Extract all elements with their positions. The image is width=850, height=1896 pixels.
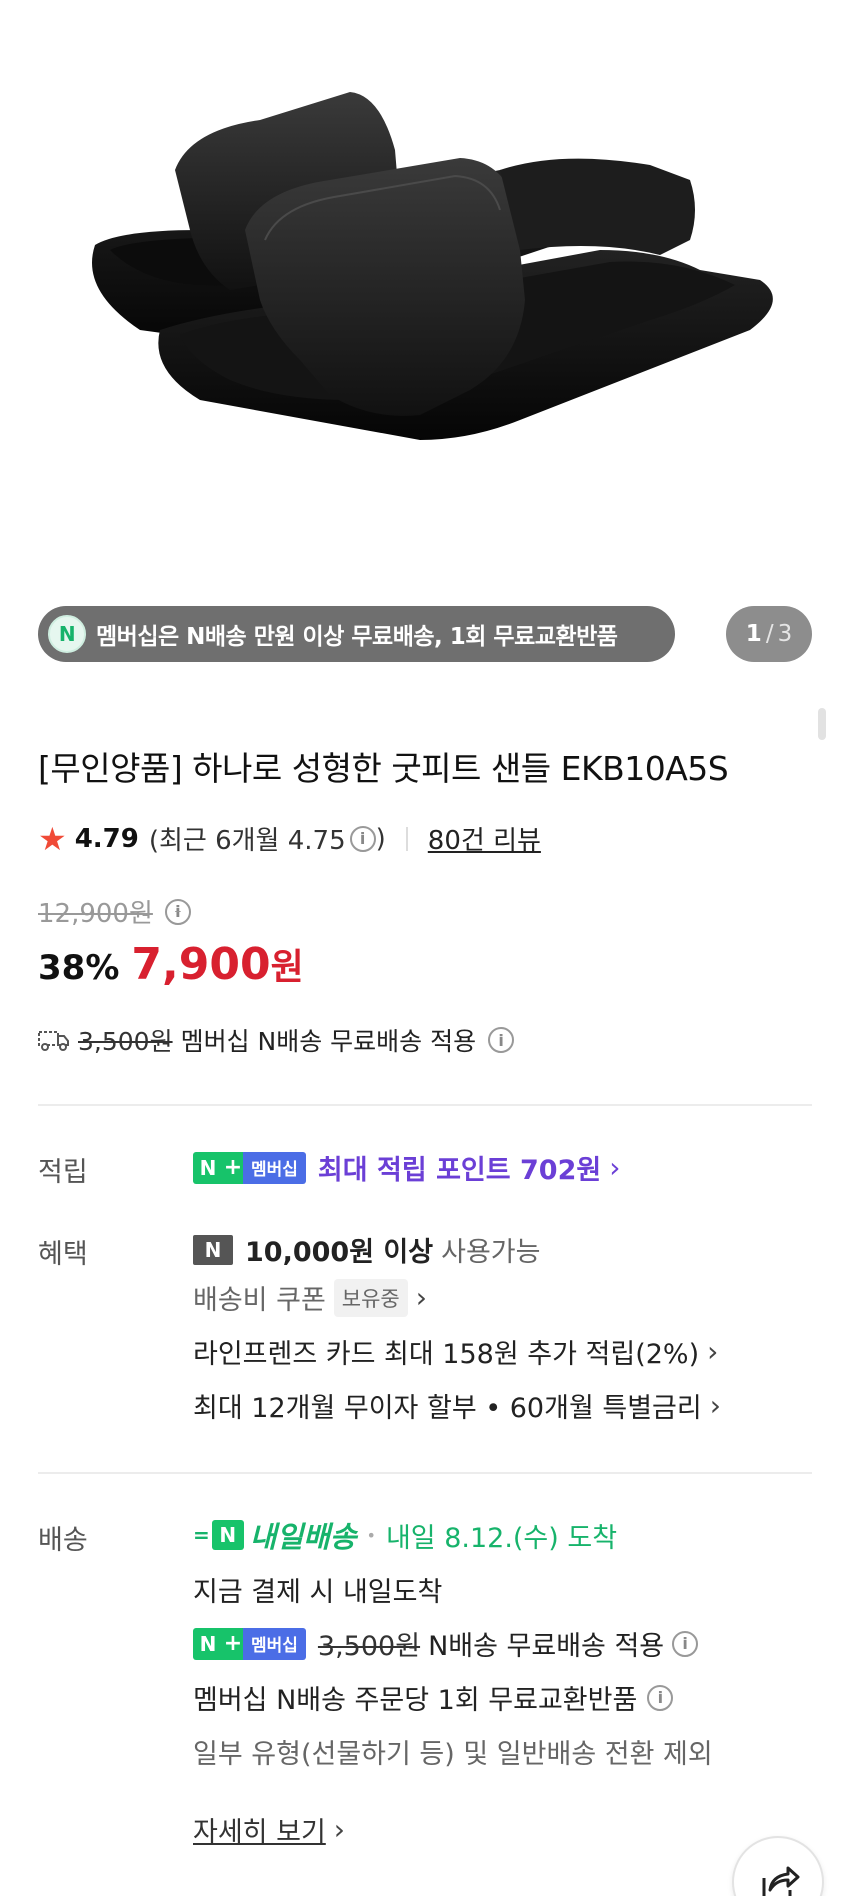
card-benefit-row[interactable]: 라인프렌즈 카드 최대 158원 추가 적립(2%) › xyxy=(193,1332,718,1371)
sale-price: 7,900 xyxy=(131,939,271,990)
chevron-right-icon: › xyxy=(609,1151,621,1184)
coupon-usable: 사용가능 xyxy=(441,1237,541,1268)
exchange-text: 멤버십 N배송 주문당 1회 무료교환반품 xyxy=(193,1685,638,1716)
coupon-owned-badge: 보유중 xyxy=(333,1278,408,1317)
truck-icon xyxy=(38,1031,69,1051)
delivery-badge-row: = N 내일배송 • 내일 8.12.(수) 도착 xyxy=(193,1514,617,1556)
recent-rating-close: ) xyxy=(375,823,386,854)
card-benefit-text: 라인프렌즈 카드 최대 158원 추가 적립(2%) xyxy=(193,1339,700,1370)
membership-promo-banner[interactable]: N 멤버십은 N배송 만원 이상 무료배송, 1회 무료교환반품 xyxy=(38,606,675,662)
coupon-amount: 10,000원 이상 xyxy=(245,1237,434,1268)
installment-row[interactable]: 최대 12개월 무이자 할부 • 60개월 특별금리 › xyxy=(193,1386,721,1425)
price-row: 38% 7,900 원 xyxy=(38,938,304,990)
star-icon: ★ xyxy=(38,819,67,858)
scrollbar[interactable] xyxy=(818,708,826,740)
benefits-label: 혜택 xyxy=(38,1239,88,1270)
chevron-right-icon: › xyxy=(709,1389,721,1422)
max-points-text: 최대 적립 포인트 702원 xyxy=(317,1155,602,1186)
image-page-counter: 1 / 3 xyxy=(726,606,812,662)
naver-n-icon: N xyxy=(193,1234,233,1265)
points-row[interactable]: N + 멤버십 최대 적립 포인트 702원 › xyxy=(193,1148,620,1187)
details-row[interactable]: 자세히 보기 › xyxy=(193,1810,345,1849)
product-image[interactable] xyxy=(0,0,850,700)
installment-text: 최대 12개월 무이자 할부 • 60개월 특별금리 xyxy=(193,1393,702,1424)
shipping-fee-row: 3,500원 멤버십 N배송 무료배송 적용 i xyxy=(38,1022,515,1058)
divider xyxy=(405,826,408,851)
tomorrow-delivery-badge: 내일배송 xyxy=(249,1520,357,1554)
original-price-row: 12,900원 i xyxy=(38,893,191,930)
exclusion-row: 일부 유형(선물하기 등) 및 일반배송 전환 제외 xyxy=(193,1732,713,1771)
rating-score: 4.79 xyxy=(74,823,139,854)
info-icon[interactable]: i xyxy=(672,1630,699,1657)
info-icon[interactable]: i xyxy=(647,1684,674,1711)
share-button[interactable] xyxy=(732,1836,824,1896)
shipping-old-fee: 3,500원 xyxy=(78,1027,173,1056)
pay-now-row: 지금 결제 시 내일도착 xyxy=(193,1570,442,1609)
n-plus-membership-badge: N + 멤버십 xyxy=(193,1627,306,1660)
points-label: 적립 xyxy=(38,1157,88,1188)
page-separator: / xyxy=(765,621,774,647)
promo-text: 멤버십은 N배송 만원 이상 무료배송, 1회 무료교환반품 xyxy=(96,624,618,650)
page-current: 1 xyxy=(745,621,762,647)
chevron-right-icon: › xyxy=(707,1335,719,1368)
review-count-link[interactable]: 80건 리뷰 xyxy=(428,820,541,857)
rating-row: ★ 4.79 (최근 6개월 4.75 i ) 80건 리뷰 xyxy=(38,820,541,857)
delivery-label: 배송 xyxy=(38,1525,88,1556)
delivery-fee-row: N + 멤버십 3,500원 N배송 무료배송 적용 i xyxy=(193,1624,699,1663)
recent-rating: (최근 6개월 4.75 xyxy=(148,826,346,856)
info-icon[interactable]: i xyxy=(488,1027,515,1053)
naver-n-icon: N xyxy=(48,615,86,653)
details-link[interactable]: 자세히 보기 xyxy=(193,1810,326,1849)
n-plus-membership-badge: N + 멤버십 xyxy=(193,1151,306,1184)
arrival-date: 내일 8.12.(수) 도착 xyxy=(385,1522,618,1554)
pay-now-text: 지금 결제 시 내일도착 xyxy=(193,1577,443,1608)
delivery-old-fee: 3,500원 xyxy=(317,1631,421,1662)
divider xyxy=(38,1472,812,1474)
sandal-image xyxy=(92,92,773,440)
coupon-name: 배송비 쿠폰 xyxy=(193,1285,326,1316)
coupon-row: N 10,000원 이상 사용가능 xyxy=(193,1230,541,1269)
tomorrow-delivery-icon: = N xyxy=(193,1520,244,1550)
info-icon[interactable]: i xyxy=(164,898,191,925)
share-icon xyxy=(762,1866,800,1896)
exclusion-text: 일부 유형(선물하기 등) 및 일반배송 전환 제외 xyxy=(193,1739,713,1770)
exchange-row: 멤버십 N배송 주문당 1회 무료교환반품 i xyxy=(193,1678,674,1717)
shipping-coupon-row[interactable]: 배송비 쿠폰 보유중 › xyxy=(193,1278,427,1317)
divider xyxy=(38,1104,812,1106)
discount-rate: 38% xyxy=(38,948,120,988)
chevron-right-icon: › xyxy=(415,1281,427,1314)
sale-price-unit: 원 xyxy=(270,947,304,988)
delivery-free-text: N배송 무료배송 적용 xyxy=(428,1631,665,1662)
shipping-free-text: 멤버십 N배송 무료배송 적용 xyxy=(180,1027,477,1056)
info-icon[interactable]: i xyxy=(349,825,376,852)
page-total: 3 xyxy=(777,621,793,647)
product-title: [무인양품] 하나로 성형한 굿피트 샌들 EKB10A5S xyxy=(38,749,729,788)
dot-separator: • xyxy=(366,1525,376,1545)
original-price: 12,900원 xyxy=(38,899,153,929)
chevron-right-icon: › xyxy=(333,1813,345,1846)
